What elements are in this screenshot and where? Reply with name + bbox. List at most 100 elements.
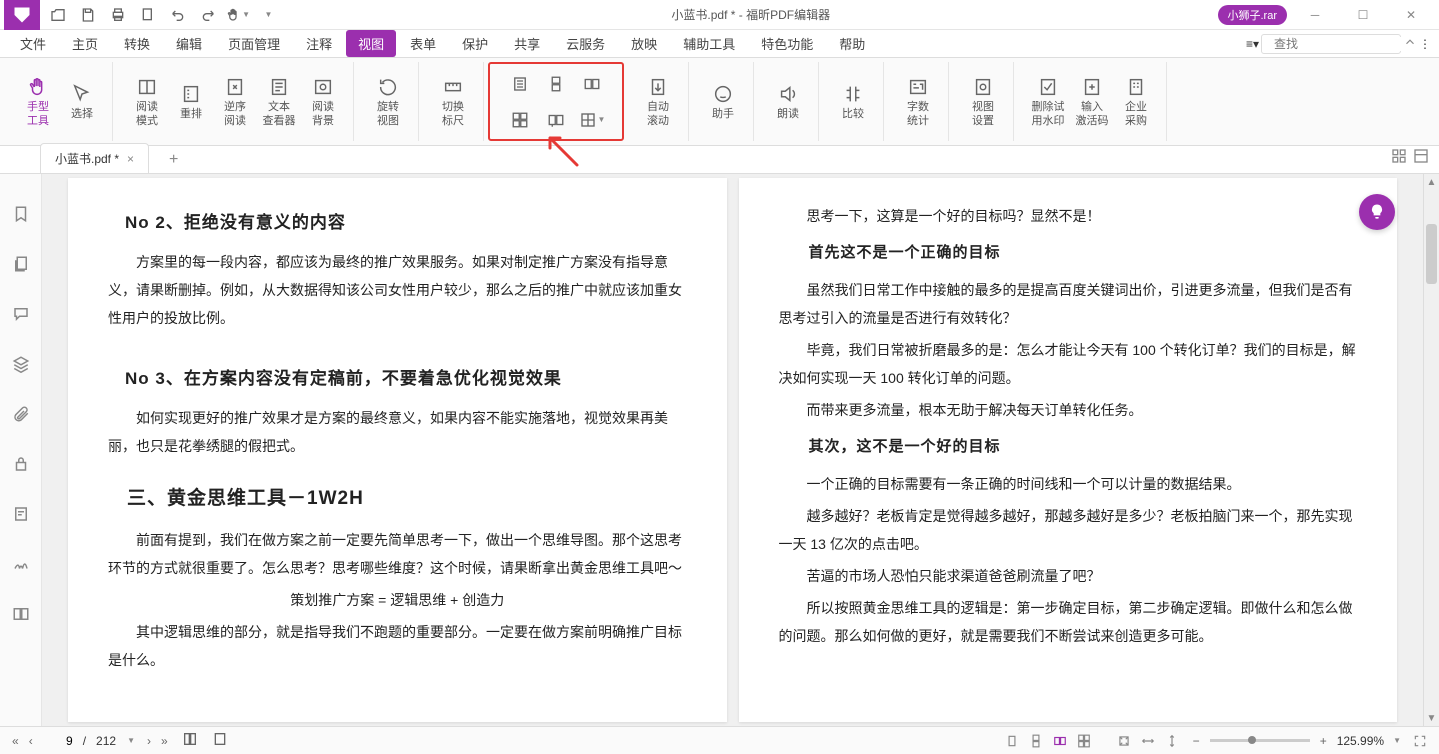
view-settings-button[interactable]: 视图设置 — [961, 64, 1005, 140]
zoom-slider[interactable] — [1210, 739, 1310, 742]
sidebar-pages-icon[interactable] — [11, 254, 31, 274]
zoom-in-button[interactable]: + — [1318, 734, 1329, 748]
sidebar-signature-icon[interactable] — [11, 554, 31, 574]
quick-more-icon[interactable]: ▼ — [256, 3, 280, 27]
prev-page-button[interactable]: ‹ — [27, 734, 35, 748]
menu-kebab-icon[interactable]: ⋮ — [1419, 37, 1431, 51]
text-viewer-button[interactable]: 文本查看器 — [257, 64, 301, 140]
vertical-scrollbar[interactable]: ▲ ▼ — [1423, 174, 1439, 726]
quick-hand-icon[interactable]: ▼ — [226, 3, 250, 27]
menu-assist[interactable]: 辅助工具 — [671, 30, 747, 57]
scroll-thumb[interactable] — [1426, 224, 1437, 284]
quick-redo-icon[interactable] — [196, 3, 220, 27]
search-box[interactable] — [1261, 34, 1401, 54]
collapse-ribbon-icon[interactable] — [1403, 35, 1417, 52]
menu-view[interactable]: 视图 — [346, 30, 396, 57]
thumbnail-view-icon[interactable] — [180, 731, 200, 750]
zoom-dropdown-icon[interactable]: ▼ — [1393, 736, 1401, 745]
read-aloud-button[interactable]: 朗读 — [766, 64, 810, 140]
menu-convert[interactable]: 转换 — [112, 30, 162, 57]
quick-save-icon[interactable] — [76, 3, 100, 27]
menu-feature[interactable]: 特色功能 — [749, 30, 825, 57]
view-cont-icon[interactable] — [1027, 732, 1045, 750]
menu-annotate[interactable]: 注释 — [294, 30, 344, 57]
view-facing-icon[interactable] — [1051, 732, 1069, 750]
page-dropdown-icon[interactable]: ▼ — [127, 736, 135, 745]
layout-facing-cont-icon[interactable] — [504, 104, 536, 136]
layout-split-icon[interactable]: ▼ — [576, 104, 608, 136]
sidebar-comment-icon[interactable] — [11, 304, 31, 324]
auto-scroll-button[interactable]: 自动滚动 — [636, 64, 680, 140]
remove-watermark-button[interactable]: 删除试用水印 — [1026, 64, 1070, 140]
reflow-button[interactable]: 重排 — [169, 64, 213, 140]
close-button[interactable]: ✕ — [1391, 0, 1431, 30]
menu-file[interactable]: 文件 — [8, 30, 58, 57]
fit-page-icon[interactable] — [1115, 732, 1133, 750]
menu-page[interactable]: 页面管理 — [216, 30, 292, 57]
maximize-button[interactable]: ☐ — [1343, 0, 1383, 30]
document-tab[interactable]: 小蓝书.pdf * × — [40, 143, 149, 173]
menu-help[interactable]: 帮助 — [827, 30, 877, 57]
first-page-button[interactable]: « — [10, 734, 21, 748]
layout-facing-icon[interactable] — [576, 68, 608, 100]
rotate-icon — [376, 75, 400, 99]
enterprise-button[interactable]: 企业采购 — [1114, 64, 1158, 140]
layout-cover-icon[interactable] — [540, 104, 572, 136]
read-mode-button[interactable]: 阅读模式 — [125, 64, 169, 140]
menu-form[interactable]: 表单 — [398, 30, 448, 57]
sidebar-compare-icon[interactable] — [11, 604, 31, 624]
view-single-icon[interactable] — [1003, 732, 1021, 750]
viewmode-panel-icon[interactable] — [1413, 148, 1429, 164]
layout-continuous-icon[interactable] — [540, 68, 572, 100]
menu-cloud[interactable]: 云服务 — [554, 30, 617, 57]
select-button[interactable]: 选择 — [60, 64, 104, 140]
reverse-read-button[interactable]: 逆序阅读 — [213, 64, 257, 140]
menu-present[interactable]: 放映 — [619, 30, 669, 57]
close-tab-icon[interactable]: × — [127, 152, 134, 166]
sidebar-bookmark-icon[interactable] — [11, 204, 31, 224]
read-bg-button[interactable]: 阅读背景 — [301, 64, 345, 140]
menu-share[interactable]: 共享 — [502, 30, 552, 57]
user-badge[interactable]: 小狮子.rar — [1218, 5, 1288, 25]
layout-single-icon[interactable] — [504, 68, 536, 100]
fit-height-icon[interactable] — [1163, 732, 1181, 750]
document-viewport[interactable]: No 2、拒绝没有意义的内容 方案里的每一段内容，都应该为最终的推广效果服务。如… — [42, 174, 1423, 726]
menu-home[interactable]: 主页 — [60, 30, 110, 57]
sidebar-security-icon[interactable] — [11, 454, 31, 474]
tab-label: 小蓝书.pdf * — [55, 150, 119, 167]
menu-protect[interactable]: 保护 — [450, 30, 500, 57]
menu-overflow-icon[interactable]: ≡▾ — [1246, 37, 1259, 51]
word-count-button[interactable]: 字数统计 — [896, 64, 940, 140]
quick-open-icon[interactable] — [46, 3, 70, 27]
compare-button[interactable]: 比较 — [831, 64, 875, 140]
quick-new-icon[interactable] — [136, 3, 160, 27]
menu-edit[interactable]: 编辑 — [164, 30, 214, 57]
viewmode-grid-icon[interactable] — [1391, 148, 1407, 164]
last-page-button[interactable]: » — [159, 734, 170, 748]
scroll-down-icon[interactable]: ▼ — [1424, 710, 1439, 726]
ai-assistant-button[interactable] — [1359, 194, 1395, 230]
view-facing-cont-icon[interactable] — [1075, 732, 1093, 750]
text-icon — [267, 75, 291, 99]
zoom-handle[interactable] — [1248, 736, 1256, 744]
assistant-button[interactable]: 助手 — [701, 64, 745, 140]
hand-tool-button[interactable]: 手型工具 — [16, 64, 60, 140]
sidebar-form-icon[interactable] — [11, 504, 31, 524]
fit-width-icon[interactable] — [1139, 732, 1157, 750]
add-tab-button[interactable]: + — [161, 147, 186, 173]
key-icon — [1080, 75, 1104, 99]
quick-print-icon[interactable] — [106, 3, 130, 27]
sidebar-layers-icon[interactable] — [11, 354, 31, 374]
page-number-input[interactable] — [45, 734, 73, 748]
next-page-button[interactable]: › — [145, 734, 153, 748]
page-fit-icon[interactable] — [210, 731, 230, 750]
rotate-view-button[interactable]: 旋转视图 — [366, 64, 410, 140]
scroll-up-icon[interactable]: ▲ — [1424, 174, 1439, 190]
sidebar-attachment-icon[interactable] — [11, 404, 31, 424]
input-code-button[interactable]: 输入激活码 — [1070, 64, 1114, 140]
quick-undo-icon[interactable] — [166, 3, 190, 27]
toggle-ruler-button[interactable]: 切换标尺 — [431, 64, 475, 140]
fullscreen-icon[interactable] — [1411, 732, 1429, 750]
minimize-button[interactable]: ─ — [1295, 0, 1335, 30]
zoom-out-button[interactable]: − — [1191, 734, 1202, 748]
